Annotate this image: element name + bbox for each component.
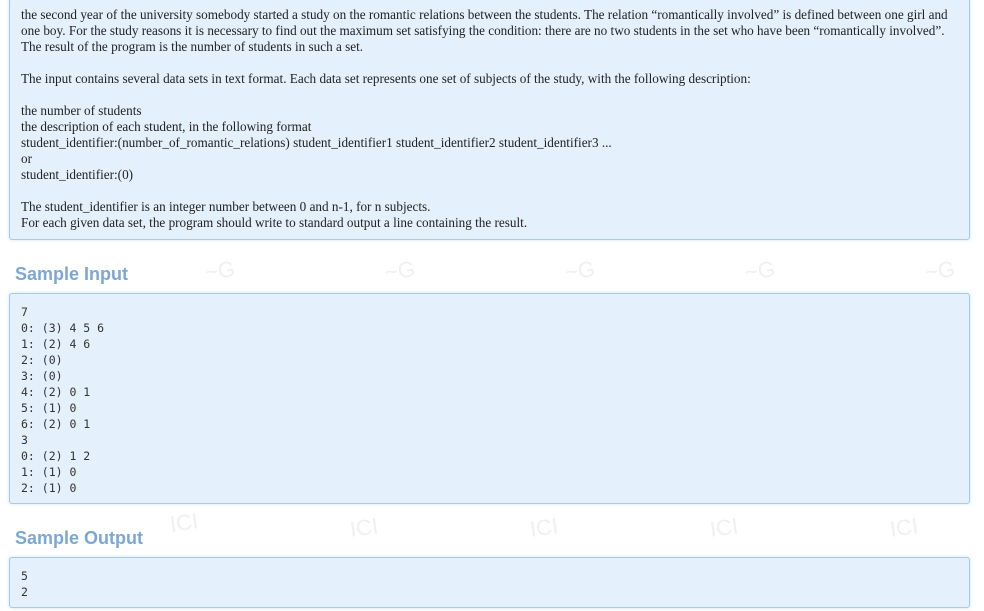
watermark-mark: ~G [563, 256, 597, 285]
description-line: student_identifier:(0) [21, 167, 134, 182]
sample-output-panel: 5 2 [9, 557, 970, 608]
description-line: The student_identifier is an integer num… [21, 199, 431, 214]
watermark-mark: ~G [383, 256, 417, 285]
watermark-mark: ICI [708, 513, 740, 542]
description-line: For each given data set, the program sho… [21, 215, 528, 230]
watermark-mark: ICI [348, 513, 380, 542]
watermark-mark: ICI [888, 513, 920, 542]
problem-description-panel: the second year of the university somebo… [9, 0, 970, 240]
watermark-mark: ICI [168, 508, 200, 537]
description-line: or [21, 151, 32, 166]
description-line: student_identifier:(number_of_romantic_r… [21, 135, 612, 150]
description-line: the number of students [21, 103, 142, 118]
sample-input-title: Sample Input [15, 264, 129, 284]
watermark-mark: ~G [923, 256, 957, 285]
sample-input-panel: 7 0: (3) 4 5 6 1: (2) 4 6 2: (0) 3: (0) … [9, 293, 970, 504]
sample-input-content[interactable]: 7 0: (3) 4 5 6 1: (2) 4 6 2: (0) 3: (0) … [21, 304, 959, 496]
sample-output-content[interactable]: 5 2 [21, 568, 959, 600]
description-line: the description of each student, in the … [21, 119, 312, 134]
description-paragraph: the second year of the university somebo… [21, 7, 948, 54]
watermark-mark: ICI [528, 513, 560, 542]
watermark-mark: ~G [743, 256, 777, 285]
description-paragraph: The input contains several data sets in … [21, 71, 751, 86]
sample-output-title: Sample Output [15, 528, 144, 548]
watermark-mark: ~G [203, 256, 237, 285]
